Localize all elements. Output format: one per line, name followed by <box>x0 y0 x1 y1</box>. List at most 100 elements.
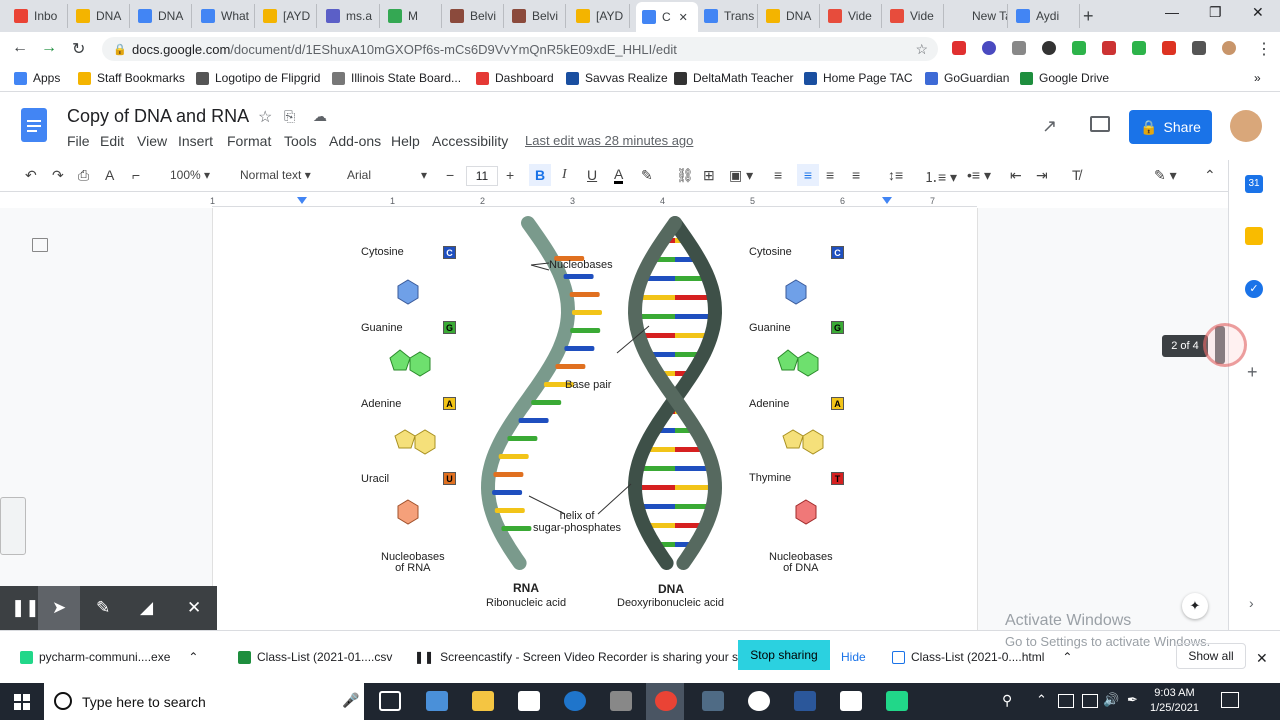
menu-tools[interactable]: Tools <box>284 133 317 149</box>
align-right-icon[interactable]: ≡ <box>826 167 834 183</box>
close-tab-icon[interactable]: ✕ <box>679 11 688 24</box>
store-icon[interactable] <box>518 691 540 711</box>
bookmark-item[interactable]: GoGuardian <box>925 71 1009 85</box>
bookmark-item[interactable]: Staff Bookmarks <box>78 71 185 85</box>
reload-icon[interactable]: ↻ <box>72 39 85 59</box>
browser-tab[interactable]: Belvi <box>444 4 504 28</box>
browser-tab[interactable]: M <box>382 4 442 28</box>
download-item[interactable]: pycharm-communi....exe ⌃ <box>20 650 198 664</box>
right-indent-marker[interactable] <box>882 197 892 204</box>
insert-image-icon[interactable]: ▣ ▾ <box>729 167 753 184</box>
tray-icon[interactable] <box>1058 694 1074 708</box>
browser-tab[interactable]: Vide <box>822 4 882 28</box>
browser-tab[interactable]: C ✕ <box>636 2 698 32</box>
close-downloads-icon[interactable]: ✕ <box>1256 650 1268 667</box>
clear-formatting-icon[interactable]: T̸ <box>1072 167 1081 183</box>
bookmark-item[interactable]: DeltaMath Teacher <box>674 71 794 85</box>
tasks-icon[interactable]: ✓ <box>1245 280 1263 298</box>
undo-icon[interactable]: ↶ <box>25 167 37 184</box>
browser-tab[interactable]: DNA <box>132 4 192 28</box>
menu-help[interactable]: Help <box>391 133 420 149</box>
document-outline-icon[interactable] <box>32 238 48 252</box>
menu-insert[interactable]: Insert <box>178 133 213 149</box>
font-size-input[interactable]: 11 <box>466 166 498 186</box>
maximize-button[interactable]: ❐ <box>1209 4 1222 21</box>
print-icon[interactable]: ⎙ <box>78 167 89 184</box>
eraser-icon[interactable]: ◢ <box>140 598 153 618</box>
bookmark-star-icon[interactable]: ☆ <box>915 41 928 58</box>
spellcheck-icon[interactable]: A <box>105 167 114 183</box>
redo-icon[interactable]: ↷ <box>52 167 64 184</box>
align-left-icon[interactable]: ≡ <box>774 167 782 183</box>
chrome-icon[interactable] <box>655 691 677 711</box>
underline-button[interactable]: U <box>587 167 597 183</box>
drawing-tools-handle[interactable] <box>0 497 26 555</box>
calendar-icon[interactable]: 31 <box>1245 175 1263 193</box>
extension-icon[interactable] <box>952 41 966 55</box>
download-item[interactable]: Class-List (2021-01....csv <box>238 650 392 664</box>
cursor-icon[interactable]: ➤ <box>52 598 66 618</box>
bookmark-item[interactable]: Dashboard <box>476 71 554 85</box>
left-indent-marker[interactable] <box>297 197 307 204</box>
menu-edit[interactable]: Edit <box>100 133 124 149</box>
browser-tab[interactable]: Trans <box>698 4 758 28</box>
share-button[interactable]: 🔒 Share <box>1129 110 1212 144</box>
extension-icon[interactable] <box>1072 41 1086 55</box>
star-icon[interactable]: ☆ <box>258 107 272 127</box>
increase-font-size-button[interactable]: + <box>506 167 514 183</box>
browser-tab[interactable]: Aydi <box>1010 4 1080 28</box>
extension-icon[interactable] <box>1042 41 1056 55</box>
editing-mode-icon[interactable]: ✎ ▾ <box>1154 167 1177 184</box>
align-center-icon[interactable]: ≡ <box>797 164 819 186</box>
decrease-indent-icon[interactable]: ⇤ <box>1010 167 1022 184</box>
move-folder-icon[interactable]: ⎘ <box>284 108 295 125</box>
back-icon[interactable]: ← <box>12 39 28 57</box>
document-page[interactable]: Cytosine Guanine Adenine Uracil C G A U … <box>212 208 978 630</box>
hide-button[interactable]: Hide <box>841 650 866 664</box>
browser-tab[interactable]: Vide <box>884 4 944 28</box>
pycharm-taskbar-icon[interactable] <box>886 691 908 711</box>
text-color-button[interactable]: A <box>614 167 624 184</box>
bookmark-item[interactable]: Google Drive <box>1020 71 1109 85</box>
taskbar-clock[interactable]: 9:03 AM 1/25/2021 <box>1150 686 1199 716</box>
font-select[interactable]: Arial ▾ <box>347 168 429 182</box>
file-explorer-icon[interactable] <box>472 691 494 711</box>
pen-icon[interactable]: ✎ <box>96 598 110 618</box>
extension-icon[interactable] <box>1162 41 1176 55</box>
task-view-icon[interactable] <box>379 691 401 711</box>
windows-start-icon[interactable] <box>14 694 30 710</box>
browser-tab[interactable]: DNA <box>70 4 130 28</box>
edge-icon[interactable] <box>564 691 586 711</box>
chevron-up-icon[interactable]: ⌃ <box>188 650 198 664</box>
bookmark-item[interactable]: Apps <box>14 71 60 85</box>
browser-tab[interactable]: DNA <box>760 4 820 28</box>
volume-icon[interactable]: 🔊 <box>1103 692 1119 708</box>
more-bookmarks-icon[interactable]: » <box>1254 71 1261 85</box>
last-edit-link[interactable]: Last edit was 28 minutes ago <box>525 133 693 148</box>
increase-indent-icon[interactable]: ⇥ <box>1036 167 1048 184</box>
network-icon[interactable] <box>1082 694 1098 708</box>
user-avatar[interactable] <box>1230 110 1262 142</box>
pause-icon[interactable]: ❚❚ <box>11 598 40 618</box>
browser-tab[interactable]: Belvi <box>506 4 566 28</box>
expand-panel-icon[interactable]: › <box>1249 595 1254 611</box>
italic-button[interactable]: I <box>562 167 567 183</box>
bookmark-item[interactable]: Home Page TAC <box>804 71 913 85</box>
bookmark-item[interactable]: Savvas Realize <box>566 71 668 85</box>
highlight-icon[interactable]: ✎ <box>641 167 653 184</box>
browser-tab[interactable]: Inbo <box>8 4 68 28</box>
extension-icon[interactable] <box>1102 41 1116 55</box>
notifications-icon[interactable] <box>1221 692 1239 708</box>
taskbar-app-icon[interactable] <box>610 691 632 711</box>
explore-icon[interactable]: ✦ <box>1182 593 1208 619</box>
keep-icon[interactable] <box>1245 227 1263 245</box>
camera-icon[interactable] <box>840 691 862 711</box>
close-icon[interactable]: ✕ <box>187 598 201 618</box>
link-icon[interactable]: ⛓ <box>676 167 694 184</box>
collapse-menus-icon[interactable]: ⌃ <box>1204 167 1216 184</box>
pen-workspace-icon[interactable]: ✒ <box>1127 692 1138 708</box>
taskbar-app-icon[interactable] <box>426 691 448 711</box>
microphone-icon[interactable]: 🎤 <box>342 692 359 709</box>
paragraph-style-select[interactable]: Normal text ▾ <box>240 168 322 182</box>
show-all-button[interactable]: Show all <box>1176 643 1246 669</box>
